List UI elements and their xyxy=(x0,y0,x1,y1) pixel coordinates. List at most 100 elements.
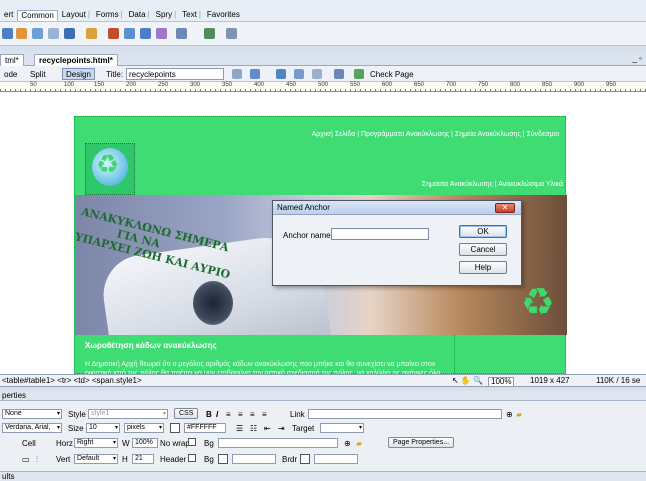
insert-tab-layout[interactable]: Layout xyxy=(62,10,86,20)
named-anchor-icon[interactable] xyxy=(32,28,43,39)
font-select[interactable]: Verdana, Arial, xyxy=(2,423,62,433)
ok-button[interactable]: OK xyxy=(459,225,507,238)
select-tool-icon[interactable]: ↖ ✋ 🔍 xyxy=(452,377,483,385)
folder-icon[interactable]: ▰ xyxy=(516,410,522,419)
bg-color-label: Bg xyxy=(204,455,214,464)
insert-tab-spry[interactable]: Spry xyxy=(156,10,172,20)
media-icon[interactable] xyxy=(108,28,119,39)
unordered-list-icon[interactable]: ☰ xyxy=(236,424,243,433)
italic-icon[interactable]: I xyxy=(216,410,218,419)
bg-color-input[interactable] xyxy=(232,454,276,464)
refresh-icon[interactable] xyxy=(276,69,286,79)
check-page-icon[interactable] xyxy=(354,69,364,79)
width-input[interactable]: 100% xyxy=(132,438,158,448)
file-management-icon[interactable] xyxy=(232,69,242,79)
secondary-navigation-links[interactable]: Σημασία Ανακύκλωσης | Ανακυκλώσιμα Υλικά xyxy=(422,181,563,188)
text-color-swatch[interactable] xyxy=(170,423,180,433)
css-button[interactable]: CSS xyxy=(174,408,199,419)
div-icon[interactable] xyxy=(64,28,75,39)
border-color-swatch[interactable] xyxy=(300,454,310,464)
align-left-icon[interactable]: ≡ xyxy=(226,410,231,419)
page-properties-button[interactable]: Page Properties... xyxy=(388,437,455,448)
check-page-button[interactable]: Check Page xyxy=(366,68,418,80)
split-cell-icon[interactable]: ⫶ xyxy=(36,455,38,464)
visual-aids-icon[interactable] xyxy=(312,69,322,79)
ordered-list-icon[interactable]: ☷ xyxy=(250,424,257,433)
close-icon[interactable]: ✕ xyxy=(495,203,515,213)
text-color-input[interactable]: #FFFFFF xyxy=(184,423,226,433)
top-navigation-links[interactable]: Αρχική Σελίδα | Προγράμματα Ανακύκλωσης … xyxy=(312,131,559,138)
design-canvas[interactable]: Αρχική Σελίδα | Προγράμματα Ανακύκλωσης … xyxy=(0,92,646,374)
help-button[interactable]: Help xyxy=(459,261,507,274)
insert-tab-common[interactable]: Common xyxy=(17,10,58,21)
ruler-label: 500 xyxy=(318,82,329,88)
design-view-button[interactable]: Design xyxy=(62,68,95,80)
templates-icon[interactable] xyxy=(226,28,237,39)
anchor-name-input[interactable] xyxy=(331,228,429,240)
link-input[interactable] xyxy=(308,409,502,419)
content-cell[interactable]: Χωροθέτηση κάδων ανακύκλωσης Η Δημοτική … xyxy=(75,335,455,374)
code-view-button[interactable]: ode xyxy=(0,68,21,80)
properties-panel-header[interactable]: perties xyxy=(0,391,646,401)
head-icon[interactable] xyxy=(176,28,187,39)
script-icon[interactable] xyxy=(204,28,215,39)
height-input[interactable]: 21 xyxy=(132,454,154,464)
ruler-label: 700 xyxy=(446,82,457,88)
cancel-button[interactable]: Cancel xyxy=(459,243,507,256)
title-input[interactable]: recyclepoints xyxy=(126,68,224,80)
bold-icon[interactable]: B xyxy=(206,410,212,419)
tab-separator: | xyxy=(120,10,123,19)
insert-tab-favorites[interactable]: Favorites xyxy=(207,10,240,20)
size-label: Size xyxy=(68,424,84,433)
section-title: Χωροθέτηση κάδων ανακύκλωσης xyxy=(85,341,217,350)
validate-markup-icon[interactable] xyxy=(334,69,344,79)
bg-color-swatch[interactable] xyxy=(218,454,228,464)
document-tab-recyclepoints[interactable]: recyclepoints.html* xyxy=(34,54,118,66)
anchor-name-label: Anchor name: xyxy=(283,231,333,240)
justify-icon[interactable]: ≡ xyxy=(262,410,267,419)
folder-icon[interactable]: ▰ xyxy=(356,439,362,448)
target-select[interactable] xyxy=(320,423,364,433)
email-link-icon[interactable] xyxy=(16,28,27,39)
style-select[interactable]: style1 xyxy=(88,409,168,419)
date-icon[interactable] xyxy=(124,28,135,39)
header-checkbox[interactable] xyxy=(188,454,196,462)
document-tab-prev[interactable]: tml* xyxy=(0,54,24,66)
server-side-include-icon[interactable] xyxy=(140,28,151,39)
horz-align-select[interactable]: Right xyxy=(74,438,118,448)
logo-cell[interactable]: ♻ xyxy=(85,143,135,195)
comment-icon[interactable] xyxy=(156,28,167,39)
image-icon[interactable] xyxy=(86,28,97,39)
outdent-icon[interactable]: ⇤ xyxy=(264,424,271,433)
insert-tab-partial[interactable]: ert xyxy=(4,10,13,20)
results-panel-header[interactable]: ults xyxy=(0,471,646,481)
width-label: W xyxy=(122,439,130,448)
size-select[interactable]: 10 xyxy=(86,423,120,433)
vert-align-select[interactable]: Default xyxy=(74,454,118,464)
hyperlink-icon[interactable] xyxy=(2,28,13,39)
content-row[interactable]: Χωροθέτηση κάδων ανακύκλωσης Η Δημοτική … xyxy=(75,335,567,374)
view-options-icon[interactable] xyxy=(294,69,304,79)
table-cell-icon[interactable]: ▭ xyxy=(22,455,30,464)
table-icon[interactable] xyxy=(48,28,59,39)
align-center-icon[interactable]: ≡ xyxy=(238,410,243,419)
recycle-symbol-icon: ♻ xyxy=(96,150,120,180)
insert-tab-data[interactable]: Data xyxy=(129,10,146,20)
point-to-file-icon[interactable]: ⊕ xyxy=(344,439,351,448)
window-size[interactable]: 1019 x 427 xyxy=(530,377,570,385)
align-right-icon[interactable]: ≡ xyxy=(250,410,255,419)
no-wrap-checkbox[interactable] xyxy=(188,438,196,446)
preview-browser-icon[interactable] xyxy=(250,69,260,79)
tag-selector[interactable]: <table#table1> <tr> <td> <span.style1> xyxy=(2,377,142,385)
insert-tab-forms[interactable]: Forms xyxy=(96,10,119,20)
insert-tab-text[interactable]: Text xyxy=(182,10,197,20)
indent-icon[interactable]: ⇥ xyxy=(278,424,285,433)
window-controls-icon[interactable]: _ ▫ xyxy=(632,54,642,63)
point-to-file-icon[interactable]: ⊕ xyxy=(506,410,513,419)
size-unit-select[interactable]: pixels xyxy=(124,423,164,433)
border-color-input[interactable] xyxy=(314,454,358,464)
split-view-button[interactable]: Split xyxy=(26,68,50,80)
format-select[interactable]: None xyxy=(2,409,62,419)
bg-image-input[interactable] xyxy=(218,438,338,448)
zoom-select[interactable]: 100% xyxy=(488,377,515,387)
